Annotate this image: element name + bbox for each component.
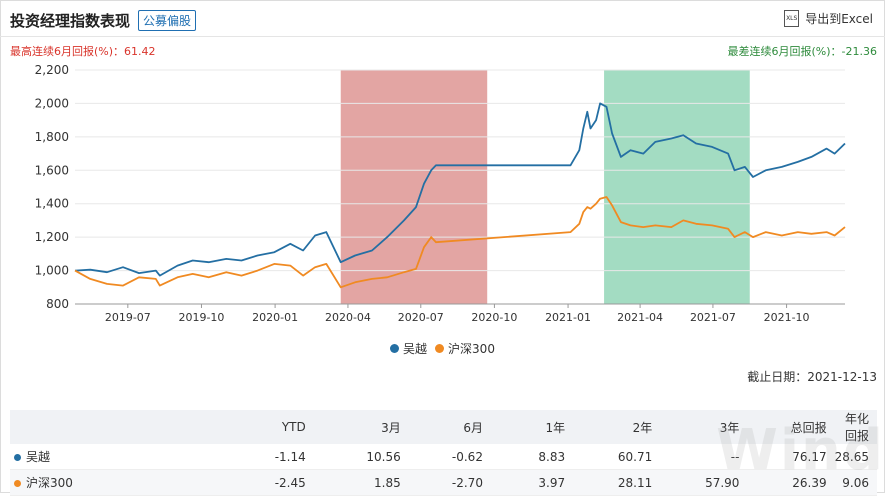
x-tick-label: 2020-01 — [252, 311, 298, 324]
cell-1y: 3.97 — [490, 469, 574, 496]
y-tick-label: 2,200 — [35, 63, 69, 77]
legend-label-hs300: 沪深300 — [448, 342, 495, 356]
x-tick-label: 2020-10 — [471, 311, 517, 324]
x-tick-label: 2021-10 — [764, 311, 810, 324]
y-tick-label: 1,000 — [35, 264, 69, 278]
cell-6m: -2.70 — [408, 469, 491, 496]
index-performance-chart: 2,200 2,000 1,800 1,600 1,400 1,200 1,000 800 20… — [35, 63, 846, 324]
best-6m-return: 最高连续6月回报(%)：61.42 — [10, 45, 156, 58]
column-header-ytd: YTD — [214, 410, 314, 444]
y-tick-label: 1,800 — [35, 130, 69, 144]
y-tick-label: 2,000 — [35, 96, 69, 110]
row-name: 吴越 — [26, 450, 51, 464]
export-label: 导出到Excel — [805, 12, 873, 26]
legend-item-wuyue[interactable]: 吴越 — [390, 340, 427, 357]
panel-title: 投资经理指数表现 — [10, 11, 131, 30]
cell-ytd: -1.14 — [214, 444, 314, 470]
column-header-3m: 3月 — [313, 410, 409, 444]
y-tick-label: 1,200 — [35, 230, 69, 244]
row-color-dot — [14, 454, 21, 461]
row-name: 沪深300 — [26, 476, 73, 490]
cell-3m: 1.85 — [313, 469, 409, 496]
cell-1y: 8.83 — [490, 444, 574, 470]
column-header-6m: 6月 — [408, 410, 491, 444]
x-tick-label: 2019-10 — [178, 311, 224, 324]
cell-2y: 60.71 — [573, 444, 661, 470]
export-excel-button[interactable]: XLS 导出到Excel — [784, 10, 873, 27]
header-divider — [0, 36, 885, 37]
x-tick-label: 2021-01 — [545, 311, 591, 324]
cell-ytd: -2.45 — [214, 469, 314, 496]
y-tick-label: 800 — [46, 297, 69, 311]
legend-label-wuyue: 吴越 — [403, 342, 428, 356]
row-name-cell: 沪深300 — [10, 469, 215, 496]
row-color-dot — [14, 480, 21, 487]
cell-3m: 10.56 — [313, 444, 409, 470]
x-tick-label: 2020-04 — [325, 311, 371, 324]
legend-dot-hs300 — [435, 344, 445, 353]
cell-2y: 28.11 — [573, 469, 661, 496]
legend-item-hs300[interactable]: 沪深300 — [435, 340, 495, 357]
column-header-name — [10, 410, 215, 444]
y-tick-label: 1,400 — [35, 197, 69, 211]
x-tick-label: 2021-04 — [617, 311, 663, 324]
worst-6m-return: 最差连续6月回报(%)：-21.36 — [727, 45, 878, 58]
x-tick-label: 2020-07 — [398, 311, 444, 324]
excel-export-icon: XLS — [784, 10, 800, 27]
deadline-date: 截止日期：2021-12-13 — [747, 370, 877, 384]
highlight-band-2 — [604, 70, 750, 304]
x-tick-label: 2019-07 — [105, 311, 151, 324]
cell-6m: -0.62 — [408, 444, 491, 470]
column-header-1y: 1年 — [490, 410, 574, 444]
panel-header: 投资经理指数表现 公募偏股 — [10, 8, 197, 32]
category-tag[interactable]: 公募偏股 — [138, 9, 197, 31]
chart-legend: 吴越 沪深300 — [0, 340, 885, 357]
column-header-2y: 2年 — [573, 410, 661, 444]
y-tick-label: 1,600 — [35, 163, 69, 177]
row-name-cell: 吴越 — [10, 444, 215, 470]
legend-dot-wuyue — [390, 344, 400, 353]
brand-watermark: Wind — [716, 418, 885, 483]
x-tick-label: 2021-07 — [690, 311, 736, 324]
